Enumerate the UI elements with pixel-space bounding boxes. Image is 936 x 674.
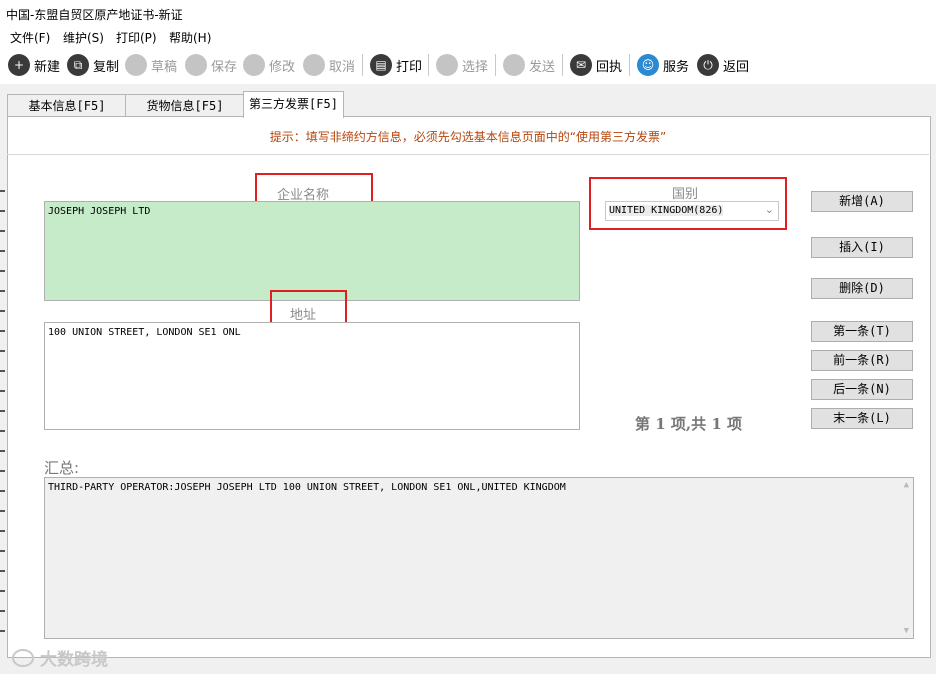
menu-file[interactable]: 文件(F) — [10, 29, 50, 46]
menu-help[interactable]: 帮助(H) — [169, 29, 211, 46]
toolbar-separator — [428, 54, 429, 76]
watermark: 大数跨境 — [12, 645, 108, 670]
hint-text: 提示：填写非缔约方信息，必须先勾选基本信息页面中的“使用第三方发票” — [269, 130, 667, 144]
save-icon — [185, 54, 207, 76]
cancel-button[interactable]: 取消 — [303, 52, 355, 78]
new-button[interactable]: + 新建 — [8, 52, 60, 78]
menu-maintain[interactable]: 维护(S) — [63, 29, 104, 46]
receipt-button[interactable]: ✉ 回执 — [570, 52, 622, 78]
toolbar-separator — [629, 54, 630, 76]
draft-button[interactable]: 草稿 — [125, 52, 177, 78]
cancel-icon — [303, 54, 325, 76]
highlight-box — [270, 290, 347, 325]
select-icon — [436, 54, 458, 76]
summary-label: 汇总: — [44, 459, 80, 477]
service-button[interactable]: ☺ 服务 — [637, 52, 689, 78]
copy-icon: ⧉ — [67, 54, 89, 76]
tab-goods-info[interactable]: 货物信息[F5] — [125, 94, 245, 117]
user-support-icon: ☺ — [637, 54, 659, 76]
save-button[interactable]: 保存 — [185, 52, 237, 78]
left-background-strip — [0, 190, 5, 640]
toolbar-separator — [362, 54, 363, 76]
address-field[interactable]: 100 UNION STREET, LONDON SE1 ONL — [44, 322, 580, 430]
edit-icon — [243, 54, 265, 76]
delete-button[interactable]: 删除(D) — [811, 278, 913, 299]
first-record-button[interactable]: 第一条(T) — [811, 321, 913, 342]
power-icon: ⏻ — [697, 54, 719, 76]
draft-icon — [125, 54, 147, 76]
summary-text: THIRD-PARTY OPERATOR:JOSEPH JOSEPH LTD 1… — [48, 482, 566, 493]
divider — [7, 154, 929, 155]
send-button[interactable]: 发送 — [503, 52, 555, 78]
tab-strip: 基本信息[F5] 货物信息[F5] 第三方发票[F5] — [0, 84, 936, 118]
tab-basic-info[interactable]: 基本信息[F5] — [7, 94, 127, 117]
select-button[interactable]: 选择 — [436, 52, 488, 78]
chat-bubble-icon — [12, 648, 34, 667]
watermark-text: 大数跨境 — [40, 650, 108, 670]
plus-icon: + — [8, 54, 30, 76]
toolbar: + 新建 ⧉ 复制 草稿 保存 修改 取消 ▤ 打印 选择 发送 ✉ 回执 ☺ — [0, 46, 936, 84]
add-button[interactable]: 新增(A) — [811, 191, 913, 212]
previous-record-button[interactable]: 前一条(R) — [811, 350, 913, 371]
company-name-field[interactable]: JOSEPH JOSEPH LTD — [44, 201, 580, 301]
edit-button[interactable]: 修改 — [243, 52, 295, 78]
last-record-button[interactable]: 末一条(L) — [811, 408, 913, 429]
chevron-down-icon: ⌄ — [764, 203, 774, 216]
menu-print[interactable]: 打印(P) — [116, 29, 157, 46]
printer-icon: ▤ — [370, 54, 392, 76]
tab-third-party-invoice[interactable]: 第三方发票[F5] — [243, 91, 344, 118]
scroll-down-icon[interactable]: ▼ — [904, 626, 909, 636]
country-select[interactable]: UNITED KINGDOM(826) ⌄ — [605, 201, 779, 221]
envelope-icon: ✉ — [570, 54, 592, 76]
toolbar-separator — [495, 54, 496, 76]
record-counter: 第 1 项,共 1 项 — [635, 415, 742, 433]
toolbar-separator — [562, 54, 563, 76]
send-icon — [503, 54, 525, 76]
window-title: 中国-东盟自贸区原产地证书-新证 — [6, 8, 183, 22]
copy-button[interactable]: ⧉ 复制 — [67, 52, 119, 78]
title-bar: 中国-东盟自贸区原产地证书-新证 — [0, 0, 936, 26]
back-button[interactable]: ⏻ 返回 — [697, 52, 749, 78]
insert-button[interactable]: 插入(I) — [811, 237, 913, 258]
print-button[interactable]: ▤ 打印 — [370, 52, 422, 78]
menu-bar: 文件(F) 维护(S) 打印(P) 帮助(H) — [0, 26, 936, 46]
country-select-value: UNITED KINGDOM(826) — [609, 205, 724, 216]
next-record-button[interactable]: 后一条(N) — [811, 379, 913, 400]
scroll-up-icon[interactable]: ▲ — [904, 480, 909, 490]
summary-field[interactable]: THIRD-PARTY OPERATOR:JOSEPH JOSEPH LTD 1… — [44, 477, 914, 639]
